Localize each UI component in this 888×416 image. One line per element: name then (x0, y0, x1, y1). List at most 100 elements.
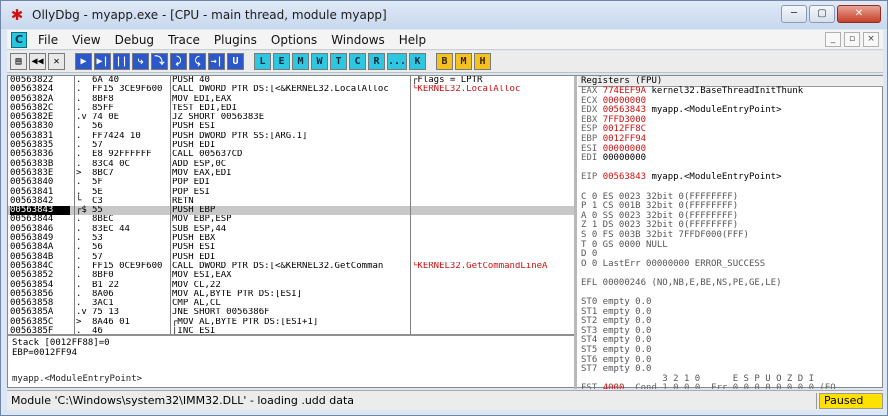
mdi-minimize-button[interactable]: _ (825, 32, 841, 47)
disasm-row[interactable]: 0056384C. FF15 0CE9F600 CALL DWORD PTR DS:… (8, 261, 574, 271)
register-value: 0012FF8C (602, 124, 647, 135)
disasm-row[interactable]: 0056382C. 85FF TEST EDI,EDI (8, 103, 574, 113)
trace-over-icon[interactable]: ⤹ (189, 53, 206, 70)
column-divider (74, 76, 75, 334)
disasm-hex: 8A06 (92, 289, 114, 299)
disasm-row[interactable]: 0056384A. 56 PUSH ESI (8, 243, 574, 253)
disasm-row[interactable]: 00563858. 3AC1 CMP AL,CL (8, 298, 574, 309)
go-to-user-code-icon[interactable]: U (227, 53, 244, 70)
registers-pane[interactable]: Registers (FPU) EAX 774EEF9A kernel32.Ba… (578, 76, 883, 389)
disasm-instruction: PUSH EBX (172, 234, 216, 244)
disasm-instruction: MOV ESI,EAX (172, 271, 232, 281)
maximize-button[interactable]: ▢ (809, 5, 835, 23)
disasm-instruction: PUSH EDI (172, 141, 216, 151)
minimize-button[interactable]: ─ (781, 5, 807, 23)
disasm-row[interactable]: 00563843 ┌$ 55 PUSH EBP (8, 205, 574, 216)
misc-button-m[interactable]: M (455, 53, 473, 70)
disasm-row[interactable]: 00563830. 56 PUSH ESI (8, 122, 574, 132)
window-button-6[interactable]: R (368, 53, 385, 70)
fpu-fst-line[interactable]: FST 4000 Cond 1 0 0 0 Err 0 0 0 0 0 0 0 … (578, 384, 883, 389)
ollydbg-bug-icon: ✱ (10, 6, 24, 24)
pane-splitter[interactable] (574, 76, 577, 389)
disasm-row[interactable]: 00563841. 5E POP ESI (8, 187, 574, 197)
window-button-1[interactable]: E (273, 53, 290, 70)
misc-button-h[interactable]: H (474, 53, 492, 70)
window-button-3[interactable]: W (311, 53, 328, 70)
window-button-4[interactable]: T (330, 53, 347, 70)
disasm-row[interactable]: 00563831. FF7424 10 PUSH DWORD PTR SS:[ARG… (8, 131, 574, 141)
segment-flag-line[interactable]: T 0 GS 0000 NULL (578, 240, 883, 251)
window-button-2[interactable]: M (292, 53, 309, 70)
disasm-instruction: SUB ESP,44 (172, 224, 227, 234)
register-value: 00000000 (602, 95, 647, 106)
disasm-row[interactable]: 0056383B. 83C4 0C ADD ESP,0C (8, 159, 574, 169)
close-button[interactable]: ✕ (837, 5, 881, 23)
menu-windows[interactable]: Windows (324, 30, 392, 50)
step-over-icon[interactable]: ⤵ (151, 53, 168, 70)
disasm-row[interactable]: 00563822. 6A 40 PUSH 40 ┌Flags = LPTR (8, 76, 574, 85)
disasm-hex: 74 0E (92, 113, 120, 123)
disasm-row[interactable]: 0056385C >8A46 01 ┌MOV AL,BYTE PTR DS:[ESI… (8, 317, 574, 327)
disasm-row[interactable]: 0056382A. 8BF8 MOV EDI,EAX (8, 94, 574, 104)
disasm-comment: └KERNEL32.LocalAlloc (412, 85, 521, 95)
menu-file[interactable]: File (31, 30, 65, 50)
menu-help[interactable]: Help (392, 30, 433, 50)
menu-view[interactable]: View (65, 30, 107, 50)
menu-trace[interactable]: Trace (161, 30, 207, 50)
disasm-row[interactable]: 00563849. 53 PUSH EBX (8, 233, 574, 244)
title-bar[interactable]: ✱ OllyDbg - myapp.exe - [CPU - main thre… (1, 1, 887, 29)
step-into-icon[interactable]: ⤷ (132, 53, 149, 70)
info-line: Stack [0012FF88]=0 (12, 338, 110, 348)
open-icon[interactable]: ▤ (10, 53, 27, 70)
disasm-row[interactable]: 00563840. 5F POP EDI (8, 177, 574, 187)
disasm-hex: 56 (92, 243, 103, 253)
disasm-row[interactable]: 00563842 └ C3 RETN (8, 196, 574, 206)
trace-into-icon[interactable]: ⤸ (170, 53, 187, 70)
register-value: 00563843 (602, 172, 647, 183)
disasm-row[interactable]: 00563856. 8A06 MOV AL,BYTE PTR DS:[ESI] (8, 289, 574, 299)
mdi-close-button[interactable]: × (863, 32, 879, 47)
execute-till-return-icon[interactable]: →| (208, 53, 225, 70)
window-button-5[interactable]: C (349, 53, 366, 70)
register-eip[interactable]: EIP 00563843 myapp.<ModuleEntryPoint> (578, 173, 883, 183)
disasm-row[interactable]: 00563836. E8 92FFFFFF CALL 005637CD (8, 150, 574, 160)
register-value: 00563843 (602, 105, 647, 116)
register-name: ESP (581, 124, 598, 135)
info-pane[interactable]: Stack [0012FF88]=0 EBP=0012FF94 myapp.<M… (8, 336, 574, 389)
menu-options[interactable]: Options (264, 30, 324, 50)
disasm-hex: B1 22 (92, 280, 120, 290)
disasm-row[interactable]: 0056384B. 57 PUSH EDI (8, 252, 574, 262)
window-button-8[interactable]: K (409, 53, 427, 70)
misc-button-b[interactable]: B (436, 53, 454, 70)
cpu-window-icon[interactable]: C (11, 31, 27, 48)
eflags-line[interactable]: EFL 00000246 (NO,NB,E,BE,NS,PE,GE,LE) (578, 278, 883, 289)
disassembler-pane[interactable]: 00563822. 6A 40 PUSH 40 ┌Flags = LPTR 005638… (8, 76, 574, 334)
close-program-icon[interactable]: ✕ (48, 53, 65, 70)
mdi-restore-button[interactable]: ▫ (844, 32, 860, 47)
restart-icon[interactable]: ◀◀ (29, 53, 46, 70)
pause-icon[interactable]: || (113, 53, 130, 70)
pause-run-icon[interactable]: ▶| (94, 53, 111, 70)
run-icon[interactable]: ▶ (75, 53, 92, 70)
register-name: ECX (581, 95, 598, 106)
register-comment: myapp.<ModuleEntryPoint> (651, 172, 782, 183)
disasm-row[interactable]: 00563852. 8BF0 MOV ESI,EAX (8, 270, 574, 281)
disasm-row[interactable]: 00563854. B1 22 MOV CL,22 (8, 280, 574, 290)
disasm-row[interactable]: 0056382E .v 74 0E JZ SHORT 0056383E (8, 112, 574, 123)
register-edi[interactable]: EDI 00000000 (578, 153, 883, 164)
disasm-row[interactable]: 00563824. FF15 3CE9F600 CALL DWORD PTR DS:… (8, 84, 574, 95)
segment-flag-line[interactable]: O 0 LastErr 00000000 ERROR_SUCCESS (578, 259, 883, 270)
disasm-row[interactable]: 00563844. 8BEC MOV EBP,ESP (8, 215, 574, 225)
menu-debug[interactable]: Debug (108, 30, 161, 50)
disasm-hex: 56 (92, 122, 103, 132)
disasm-row[interactable]: 00563846. 83EC 44 SUB ESP,44 (8, 224, 574, 234)
disasm-row[interactable]: 00563835. 57 PUSH EDI (8, 140, 574, 151)
disasm-row[interactable]: 0056385F. 46 │INC ESI (8, 326, 574, 334)
window-button-0[interactable]: L (254, 53, 271, 70)
disasm-row[interactable]: 0056385A .v 75 13 JNE SHORT 0056386F (8, 308, 574, 318)
menu-plugins[interactable]: Plugins (207, 30, 264, 50)
window-button-7[interactable]: ... (387, 53, 408, 70)
disasm-row[interactable]: 0056383E >8BC7 MOV EAX,EDI (8, 168, 574, 178)
disasm-instruction: CMP AL,CL (172, 299, 221, 309)
disasm-hex: 83C4 0C (92, 159, 130, 169)
